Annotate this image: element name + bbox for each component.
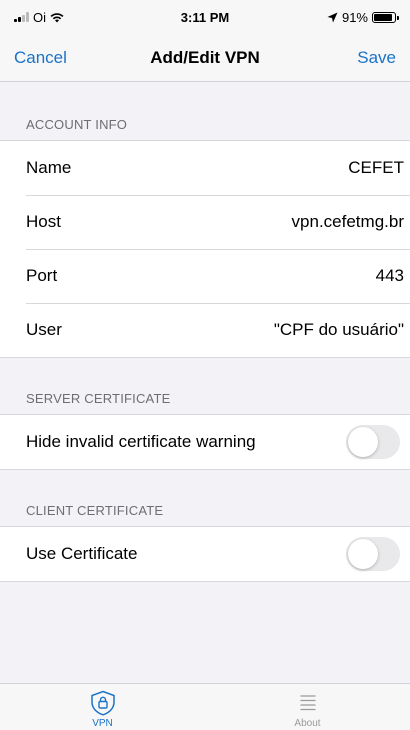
section-header-client-certificate: CLIENT CERTIFICATE <box>26 503 164 518</box>
use-certificate-row: Use Certificate <box>0 527 410 581</box>
port-row[interactable]: Port 443 <box>0 249 410 303</box>
name-row[interactable]: Name CEFET <box>0 141 410 195</box>
hide-invalid-certificate-toggle[interactable] <box>346 425 400 459</box>
user-label: User <box>26 320 62 339</box>
status-left: Oi <box>14 10 154 25</box>
account-info-group: Name CEFET Host vpn.cefetmg.br Port 443 … <box>0 140 410 358</box>
user-row[interactable]: User "CPF do usuário" <box>0 303 410 357</box>
hide-invalid-certificate-label: Hide invalid certificate warning <box>26 432 256 451</box>
form-content: ACCOUNT INFO Name CEFET Host vpn.cefetmg… <box>0 82 410 582</box>
save-button[interactable]: Save <box>306 48 396 68</box>
tab-about-label: About <box>294 718 321 729</box>
use-certificate-toggle[interactable] <box>346 537 400 571</box>
shield-lock-icon <box>90 690 115 716</box>
port-label: Port <box>26 266 58 285</box>
server-certificate-group: Hide invalid certificate warning <box>0 414 410 470</box>
toggle-knob <box>348 427 378 457</box>
tab-bar: VPN About <box>0 683 410 730</box>
cancel-button[interactable]: Cancel <box>14 48 104 68</box>
status-right: 91% <box>256 9 399 25</box>
name-field[interactable]: CEFET <box>348 158 404 178</box>
carrier-name: Oi <box>33 9 46 25</box>
user-field[interactable]: "CPF do usuário" <box>274 320 404 340</box>
port-field[interactable]: 443 <box>376 266 404 286</box>
tab-about[interactable]: About <box>205 684 410 730</box>
tab-vpn[interactable]: VPN <box>0 684 205 730</box>
tab-vpn-label: VPN <box>92 718 113 729</box>
battery-fill <box>374 13 393 21</box>
host-row[interactable]: Host vpn.cefetmg.br <box>0 195 410 249</box>
hide-invalid-certificate-row: Hide invalid certificate warning <box>0 415 410 469</box>
section-header-server-certificate: SERVER CERTIFICATE <box>26 391 171 406</box>
wifi-icon <box>50 12 64 22</box>
toggle-knob <box>348 539 378 569</box>
signal-icon <box>14 12 29 22</box>
battery-icon <box>372 11 399 23</box>
battery-percent: 91% <box>341 9 368 25</box>
host-label: Host <box>26 212 61 231</box>
status-bar: Oi 3:11 PM 91% <box>0 0 410 34</box>
host-field[interactable]: vpn.cefetmg.br <box>292 212 404 232</box>
status-time: 3:11 PM <box>180 9 230 25</box>
list-icon <box>299 695 316 711</box>
page-title: Add/Edit VPN <box>150 47 260 67</box>
navigation-bar: Cancel Add/Edit VPN Save <box>0 34 410 82</box>
client-certificate-group: Use Certificate <box>0 526 410 582</box>
section-header-account-info: ACCOUNT INFO <box>26 117 128 132</box>
location-arrow-icon <box>327 12 338 22</box>
use-certificate-label: Use Certificate <box>26 544 138 563</box>
name-label: Name <box>26 158 72 177</box>
vpn-edit-screen: Oi 3:11 PM 91% Cancel Add/Edit VPN Save … <box>0 0 410 730</box>
